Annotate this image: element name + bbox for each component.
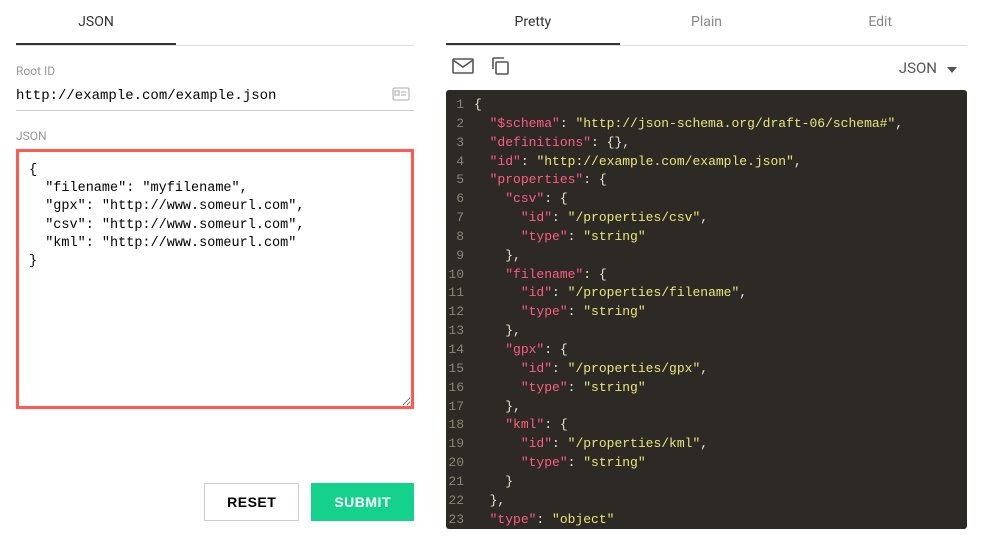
right-tabs: PrettyPlainEdit — [446, 0, 967, 46]
line-number: 17 — [446, 398, 474, 417]
code-line: 5 "properties": { — [446, 171, 967, 190]
line-content: "type": "string" — [474, 228, 646, 247]
code-line: 7 "id": "/properties/csv", — [446, 209, 967, 228]
code-line: 3 "definitions": {}, — [446, 134, 967, 153]
line-content: "definitions": {}, — [474, 134, 630, 153]
json-input[interactable] — [16, 149, 414, 409]
line-content: "id": "/properties/filename", — [474, 284, 747, 303]
copy-icon[interactable] — [490, 56, 510, 80]
right-panel: PrettyPlainEdit JSON 1{2 "$schema": "htt… — [430, 0, 983, 537]
line-content: "type": "string" — [474, 454, 646, 473]
line-number: 11 — [446, 284, 474, 303]
line-content: "kml": { — [474, 416, 568, 435]
line-number: 1 — [446, 96, 474, 115]
tab-spacer — [176, 0, 414, 45]
line-content: "filename": { — [474, 266, 607, 285]
line-number: 4 — [446, 153, 474, 172]
line-content: "id": "/properties/gpx", — [474, 360, 708, 379]
line-content: }, — [474, 398, 521, 417]
line-number: 7 — [446, 209, 474, 228]
line-content: { — [474, 96, 482, 115]
line-number: 12 — [446, 303, 474, 322]
code-line: 2 "$schema": "http://json-schema.org/dra… — [446, 115, 967, 134]
code-line: 15 "id": "/properties/gpx", — [446, 360, 967, 379]
code-line: 9 }, — [446, 247, 967, 266]
left-tabs: JSON — [16, 0, 414, 46]
line-content: }, — [474, 247, 521, 266]
line-content: "gpx": { — [474, 341, 568, 360]
code-line: 14 "gpx": { — [446, 341, 967, 360]
root-id-wrap — [16, 82, 414, 111]
button-row: RESET SUBMIT — [16, 453, 414, 521]
line-content: "id": "http://example.com/example.json", — [474, 153, 802, 172]
line-number: 5 — [446, 171, 474, 190]
code-line: 16 "type": "string" — [446, 379, 967, 398]
line-number: 16 — [446, 379, 474, 398]
output-toolbar: JSON — [446, 46, 967, 90]
json-label: JSON — [16, 129, 414, 143]
line-number: 6 — [446, 190, 474, 209]
mail-icon[interactable] — [452, 58, 474, 78]
code-line: 19 "id": "/properties/kml", — [446, 435, 967, 454]
code-line: 22 }, — [446, 492, 967, 511]
line-content: "type": "string" — [474, 379, 646, 398]
line-content: "csv": { — [474, 190, 568, 209]
left-panel: JSON Root ID JSON RESET SUBMIT — [0, 0, 430, 537]
tab-plain[interactable]: Plain — [620, 0, 794, 45]
line-number: 8 — [446, 228, 474, 247]
root-id-label: Root ID — [16, 64, 414, 78]
code-line: 21 } — [446, 473, 967, 492]
line-number: 18 — [446, 416, 474, 435]
submit-button[interactable]: SUBMIT — [311, 483, 414, 521]
code-line: 17 }, — [446, 398, 967, 417]
line-content: "$schema": "http://json-schema.org/draft… — [474, 115, 903, 134]
tab-edit[interactable]: Edit — [793, 0, 967, 45]
code-output[interactable]: 1{2 "$schema": "http://json-schema.org/d… — [446, 90, 967, 529]
line-content: }, — [474, 322, 521, 341]
line-content: "id": "/properties/csv", — [474, 209, 708, 228]
line-number: 22 — [446, 492, 474, 511]
code-line: 12 "type": "string" — [446, 303, 967, 322]
id-card-icon — [392, 86, 410, 105]
code-line: 10 "filename": { — [446, 266, 967, 285]
code-line: 18 "kml": { — [446, 416, 967, 435]
line-number: 13 — [446, 322, 474, 341]
reset-button[interactable]: RESET — [204, 483, 299, 521]
line-content: }, — [474, 492, 505, 511]
root-id-input[interactable] — [16, 82, 414, 111]
line-content: "properties": { — [474, 171, 607, 190]
line-number: 2 — [446, 115, 474, 134]
line-number: 15 — [446, 360, 474, 379]
line-number: 21 — [446, 473, 474, 492]
tab-pretty[interactable]: Pretty — [446, 0, 620, 45]
line-number: 10 — [446, 266, 474, 285]
code-line: 23 "type": "object" — [446, 511, 967, 529]
format-selected-label: JSON — [899, 59, 937, 77]
code-line: 6 "csv": { — [446, 190, 967, 209]
code-line: 1{ — [446, 96, 967, 115]
line-content: "id": "/properties/kml", — [474, 435, 708, 454]
line-content: "type": "object" — [474, 511, 614, 529]
code-line: 13 }, — [446, 322, 967, 341]
tab-json[interactable]: JSON — [16, 0, 176, 45]
code-line: 4 "id": "http://example.com/example.json… — [446, 153, 967, 172]
line-number: 3 — [446, 134, 474, 153]
code-line: 20 "type": "string" — [446, 454, 967, 473]
code-line: 11 "id": "/properties/filename", — [446, 284, 967, 303]
line-number: 20 — [446, 454, 474, 473]
line-content: "type": "string" — [474, 303, 646, 322]
line-content: } — [474, 473, 513, 492]
chevron-down-icon — [947, 59, 957, 77]
line-number: 14 — [446, 341, 474, 360]
line-number: 9 — [446, 247, 474, 266]
format-select[interactable]: JSON — [899, 59, 961, 77]
code-line: 8 "type": "string" — [446, 228, 967, 247]
line-number: 23 — [446, 511, 474, 529]
line-number: 19 — [446, 435, 474, 454]
